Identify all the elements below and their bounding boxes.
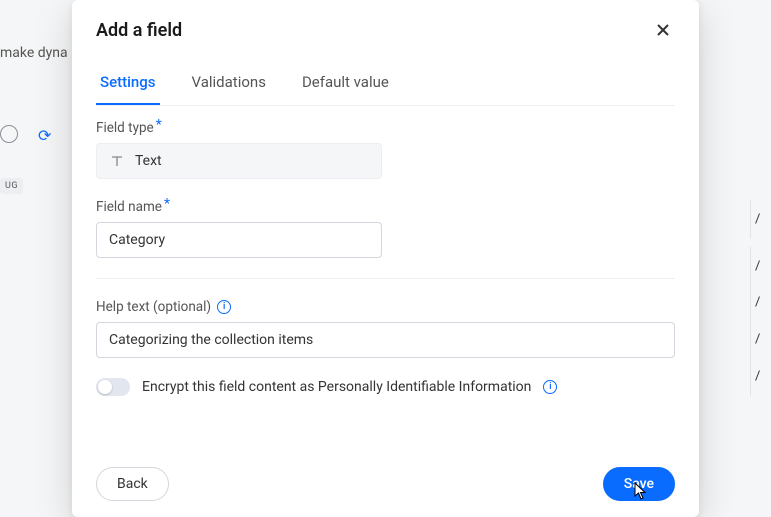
field-name-input[interactable] [96, 222, 382, 258]
encrypt-row: Encrypt this field content as Personally… [96, 378, 675, 396]
field-type-label: Field type* [96, 120, 675, 136]
info-icon[interactable]: i [217, 300, 231, 314]
help-text-input[interactable] [96, 322, 675, 358]
required-asterisk: * [156, 117, 162, 133]
field-name-label: Field name* [96, 199, 675, 215]
back-button[interactable]: Back [96, 467, 169, 501]
field-name-group: Field name* [96, 199, 675, 258]
close-button[interactable] [651, 20, 675, 45]
tab-default-value[interactable]: Default value [298, 63, 393, 105]
field-type-selector[interactable]: Text [96, 143, 382, 179]
modal-body: Field type* Text Field name* Help text (… [72, 106, 699, 453]
help-text-group: Help text (optional) i [96, 299, 675, 358]
refresh-icon: ⟳ [38, 126, 51, 145]
bg-dropdown-icon [0, 125, 18, 143]
table-cell: / [753, 283, 771, 322]
label-text: Help text (optional) [96, 299, 211, 315]
help-text-label: Help text (optional) i [96, 299, 675, 315]
table-cell: / [753, 320, 771, 359]
modal-header: Add a field [72, 0, 699, 55]
info-icon[interactable]: i [543, 380, 557, 394]
modal-tabs: Settings Validations Default value [72, 55, 699, 105]
modal-title: Add a field [96, 20, 182, 41]
tab-validations[interactable]: Validations [188, 63, 270, 105]
field-type-group: Field type* Text [96, 120, 675, 179]
save-button[interactable]: Save [603, 467, 675, 501]
encrypt-label: Encrypt this field content as Personally… [142, 379, 531, 395]
modal-footer: Back Save [72, 453, 699, 517]
table-cell: / [753, 357, 771, 396]
table-cell: / [753, 247, 771, 286]
text-type-icon [109, 153, 125, 169]
divider [96, 278, 675, 279]
bg-text-fragment: make dyna [0, 45, 68, 61]
label-text: Field type [96, 120, 154, 136]
encrypt-toggle[interactable] [96, 378, 130, 396]
add-field-modal: Add a field Settings Validations Default… [72, 0, 699, 517]
required-asterisk: * [164, 196, 170, 212]
tab-settings[interactable]: Settings [96, 63, 160, 105]
table-cell: / [753, 200, 771, 239]
label-text: Field name [96, 199, 162, 215]
field-type-value: Text [135, 153, 162, 169]
close-icon [655, 22, 671, 42]
bg-badge: UG [0, 178, 23, 194]
